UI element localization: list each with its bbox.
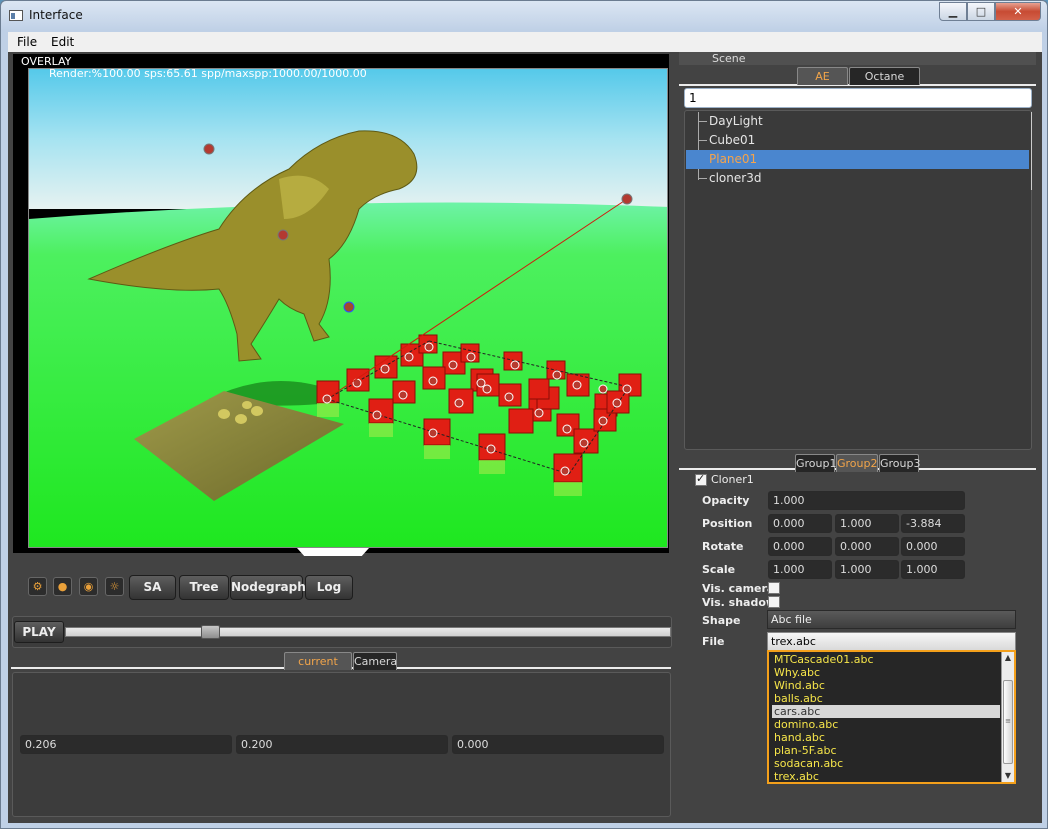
file-label: File xyxy=(702,635,725,648)
camera-icon[interactable]: ◉ xyxy=(79,577,98,596)
cloner-label: Cloner1 xyxy=(711,473,754,486)
dropdown-option[interactable]: balls.abc xyxy=(772,692,1000,705)
dropdown-option[interactable]: plan-5F.abc xyxy=(772,744,1000,757)
scale-z-field[interactable]: 1.000 xyxy=(901,560,965,579)
nodegraph-button[interactable]: Nodegraph xyxy=(230,575,306,600)
tab-camera[interactable]: Camera xyxy=(353,652,397,670)
title-bar[interactable]: Interface ▁ □ ✕ xyxy=(1,1,1047,31)
dropdown-option[interactable]: Why.abc xyxy=(772,666,1000,679)
window-title: Interface xyxy=(29,8,83,22)
menu-bar: File Edit xyxy=(8,32,1042,52)
tree-tick xyxy=(698,178,707,179)
scroll-up-icon[interactable]: ▲ xyxy=(1002,652,1014,664)
scene-tree: DayLight Cube01 Plane01 cloner3d xyxy=(684,110,1032,450)
dropdown-option[interactable]: sodacan.abc xyxy=(772,757,1000,770)
scene-search-input[interactable]: 1 xyxy=(684,88,1032,108)
dropdown-option[interactable]: trex.abc xyxy=(772,770,1000,783)
rotate-z-field[interactable]: 0.000 xyxy=(901,537,965,556)
position-label: Position xyxy=(702,517,753,530)
scene-header: Scene xyxy=(679,52,1036,65)
dropdown-option[interactable]: MTCascade01.abc xyxy=(772,653,1000,666)
shape-select[interactable]: Abc file xyxy=(767,610,1016,629)
menu-file[interactable]: File xyxy=(17,35,37,49)
play-button[interactable]: PLAY xyxy=(14,621,64,643)
window-bottom-border xyxy=(8,823,1042,828)
render-settings-icon[interactable]: ⚙ xyxy=(28,577,47,596)
tree-button[interactable]: Tree xyxy=(179,575,229,600)
position-x-field[interactable]: 0.000 xyxy=(768,514,832,533)
dropdown-scrollbar[interactable]: ▲ ≡ ▼ xyxy=(1001,652,1014,782)
tree-item-daylight[interactable]: DayLight xyxy=(686,112,1029,131)
minimize-button[interactable]: ▁ xyxy=(939,2,967,21)
value-field-3[interactable]: 0.000 xyxy=(452,735,664,754)
dropdown-option[interactable]: Wind.abc xyxy=(772,679,1000,692)
dropdown-scroll-thumb[interactable]: ≡ xyxy=(1003,680,1013,764)
main-area: OVERLAY Render:%100.00 sps:65.61 spp/max… xyxy=(8,52,1042,823)
dropdown-option[interactable]: hand.abc xyxy=(772,731,1000,744)
light-icon[interactable]: ☼ xyxy=(105,577,124,596)
vis-shadow-label: Vis. shadow xyxy=(702,596,777,609)
tree-tick xyxy=(698,140,707,141)
value-field-2[interactable]: 0.200 xyxy=(236,735,448,754)
rotate-label: Rotate xyxy=(702,540,744,553)
menu-edit[interactable]: Edit xyxy=(51,35,74,49)
opacity-field[interactable]: 1.000 xyxy=(768,491,965,510)
position-y-field[interactable]: 1.000 xyxy=(835,514,899,533)
file-select[interactable]: trex.abc xyxy=(767,632,1016,651)
timeline-slider[interactable] xyxy=(65,625,671,639)
scene-tree-area: DayLight Cube01 Plane01 cloner3d xyxy=(686,112,1032,190)
scroll-down-icon[interactable]: ▼ xyxy=(1002,770,1014,782)
app-window-icon xyxy=(9,10,23,21)
shape-label: Shape xyxy=(702,614,741,627)
tree-tick xyxy=(698,121,707,122)
timeline-bar: PLAY xyxy=(12,616,672,648)
log-button[interactable]: Log xyxy=(305,575,353,600)
vis-camera-checkbox[interactable] xyxy=(768,582,780,594)
sa-button[interactable]: SA xyxy=(129,575,176,600)
vis-camera-label: Vis. camera xyxy=(702,582,775,595)
rotate-y-field[interactable]: 0.000 xyxy=(835,537,899,556)
scene-panel: Scene AE Scene Octane nodes 1 DayLight C… xyxy=(679,52,1042,823)
rotate-x-field[interactable]: 0.000 xyxy=(768,537,832,556)
application-window: Interface ▁ □ ✕ File Edit OVERLAY Render… xyxy=(0,0,1048,829)
close-button[interactable]: ✕ xyxy=(995,2,1041,21)
render-image[interactable] xyxy=(28,68,668,548)
cloner-enable-checkbox[interactable] xyxy=(695,472,707,486)
scale-y-field[interactable]: 1.000 xyxy=(835,560,899,579)
tree-item-plane01[interactable]: Plane01 xyxy=(686,150,1029,169)
rendered-scene xyxy=(29,69,667,547)
tab-octane-nodes[interactable]: Octane nodes xyxy=(849,67,920,100)
scale-x-field[interactable]: 1.000 xyxy=(768,560,832,579)
tree-item-cloner3d[interactable]: cloner3d xyxy=(686,169,1029,188)
tab-ae-scene[interactable]: AE Scene xyxy=(797,67,848,100)
file-dropdown-list: MTCascade01.abc Why.abc Wind.abc balls.a… xyxy=(767,650,1016,784)
dropdown-option-selected[interactable]: cars.abc xyxy=(772,705,1000,718)
color-wheel-icon[interactable]: ● xyxy=(53,577,72,596)
value-field-1[interactable]: 0.206 xyxy=(20,735,232,754)
viewport-scroll-handle[interactable] xyxy=(297,548,369,556)
dropdown-option[interactable]: domino.abc xyxy=(772,718,1000,731)
timeline-slider-thumb[interactable] xyxy=(201,625,220,639)
maximize-button[interactable]: □ xyxy=(967,2,995,21)
tree-item-cube01[interactable]: Cube01 xyxy=(686,131,1029,150)
cloner-properties: Cloner1 Opacity 1.000 Position 0.000 1.0… xyxy=(679,466,1042,823)
position-z-field[interactable]: -3.884 xyxy=(901,514,965,533)
tab-current-node[interactable]: current node xyxy=(284,652,352,685)
vis-shadow-checkbox[interactable] xyxy=(768,596,780,608)
opacity-label: Opacity xyxy=(702,494,750,507)
scale-label: Scale xyxy=(702,563,736,576)
render-viewport[interactable]: OVERLAY Render:%100.00 sps:65.61 spp/max… xyxy=(13,54,669,556)
render-stats: Render:%100.00 sps:65.61 spp/maxspp:1000… xyxy=(49,67,367,80)
node-properties-panel: 0.206 0.200 0.000 xyxy=(12,672,671,817)
tree-scrollbar[interactable] xyxy=(1031,112,1032,190)
